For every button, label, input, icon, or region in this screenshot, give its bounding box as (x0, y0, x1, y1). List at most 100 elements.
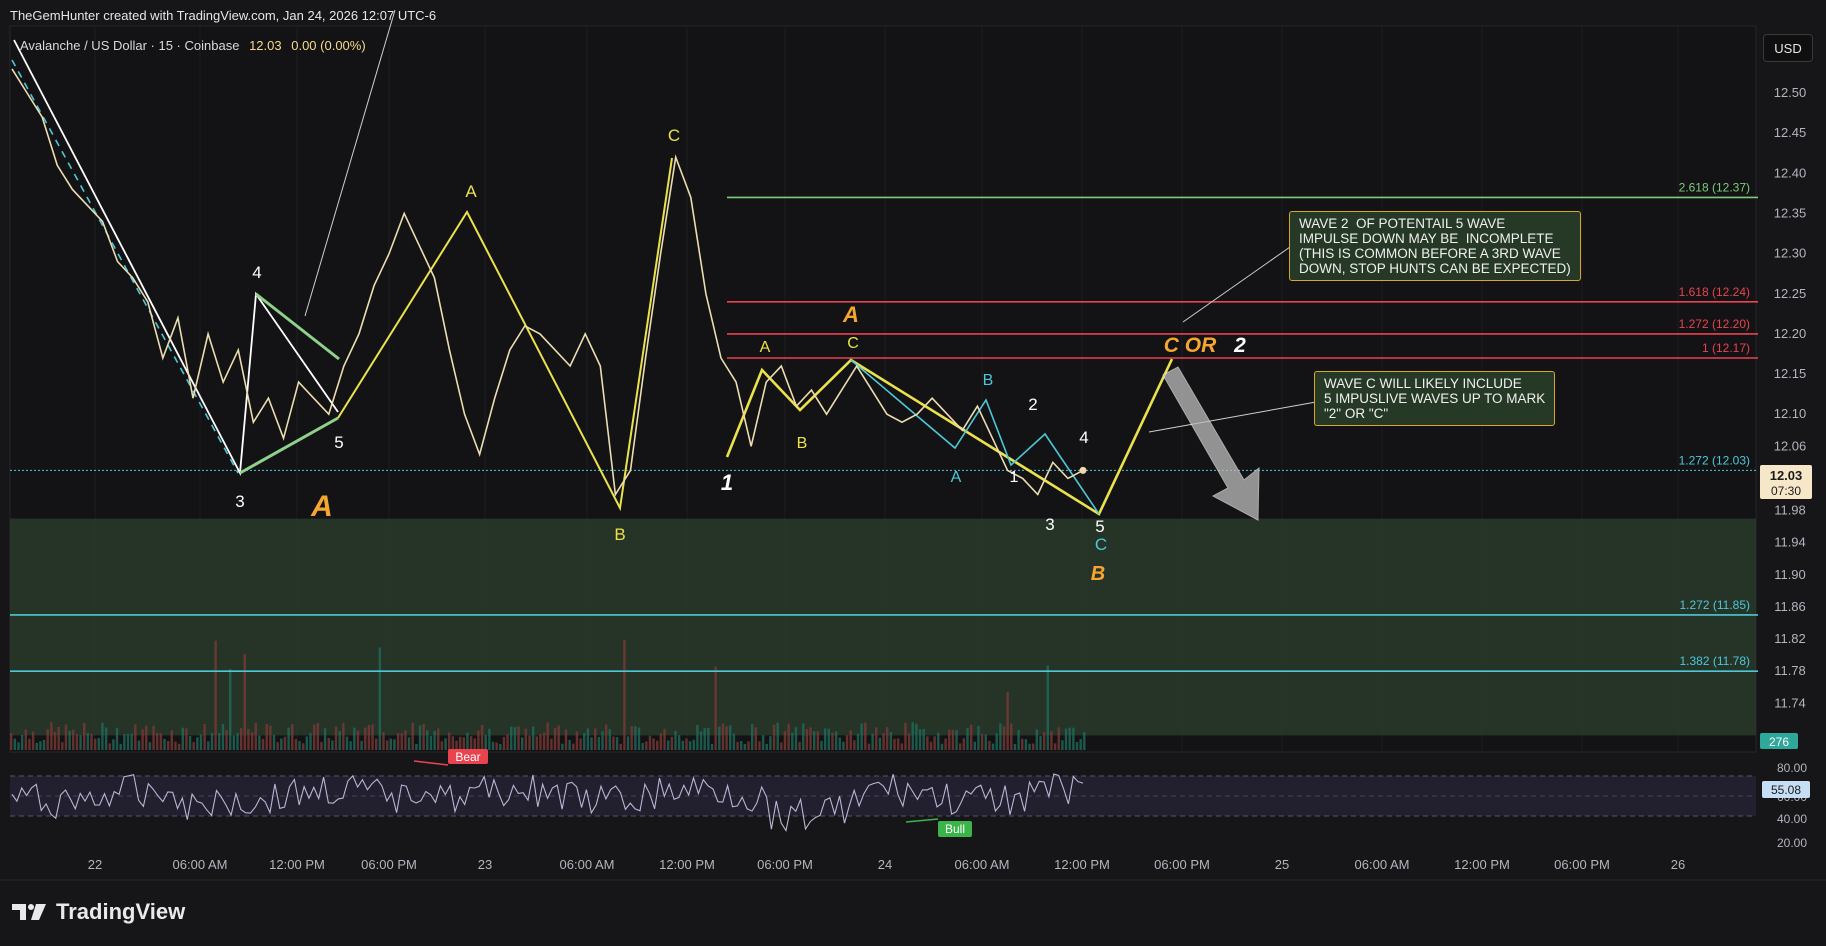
volume-bar (772, 724, 776, 750)
note-wave2[interactable]: WAVE 2 OF POTENTAIL 5 WAVE IMPULSE DOWN … (1289, 211, 1581, 281)
volume-bar (561, 743, 564, 750)
volume-bar (75, 734, 79, 750)
volume-bar (550, 738, 553, 750)
volume-bar (104, 727, 108, 750)
wave-label-13: 2 (1028, 395, 1037, 414)
fib-label-5: 1.272 (11.85) (1680, 598, 1751, 612)
volume-bar (181, 727, 184, 750)
volume-bar (626, 736, 630, 750)
volume-bar (46, 729, 49, 750)
volume-bar (531, 726, 535, 750)
wave-label-19: C (1095, 535, 1107, 554)
price-tick-13: 11.90 (1774, 567, 1806, 582)
volume-bar (302, 743, 305, 750)
volume-bar (637, 727, 641, 750)
volume-bar (61, 742, 64, 750)
volume-bar (933, 736, 936, 750)
volume-bar (535, 736, 538, 750)
volume-bar (64, 724, 68, 750)
volume-bar (112, 739, 115, 750)
symbol-price: 12.03 (249, 38, 282, 53)
chart-canvas: 2.618 (12.37) 1.618 (12.24) 1.272 (12.20) 1… (0, 9, 1826, 881)
volume-bar (203, 724, 206, 750)
volume-bar (250, 732, 254, 750)
time-tick-1: 06:00 AM (173, 857, 228, 872)
volume-bar (718, 726, 721, 750)
volume-bar (188, 736, 192, 750)
symbol-bar[interactable]: Avalanche / US Dollar · 15 · Coinbase 12… (20, 38, 366, 53)
volume-bar (980, 733, 984, 750)
volume-bar (867, 743, 871, 750)
volume-bar (1021, 738, 1024, 750)
support-zone (10, 518, 1756, 736)
volume-bar (1061, 740, 1064, 750)
volume-bar (331, 740, 334, 750)
price-tick-8: 12.10 (1774, 406, 1807, 421)
volume-bar (615, 737, 619, 750)
volume-bar (86, 733, 90, 750)
price-tick-6: 12.20 (1774, 326, 1807, 341)
volume-bar (524, 728, 528, 750)
volume-bar (918, 729, 922, 750)
volume-bar (601, 731, 604, 750)
time-tick-15: 06:00 PM (1554, 857, 1610, 872)
volume-bar (367, 724, 371, 750)
volume-bar (725, 726, 728, 750)
volume-bar (17, 742, 20, 750)
wave-label-17: 5 (1095, 517, 1104, 536)
tradingview-logo[interactable]: TradingView (12, 899, 185, 925)
volume-bar (586, 728, 590, 750)
volume-bar (1035, 729, 1039, 750)
volume-bar (35, 742, 38, 750)
volume-bar (641, 743, 644, 750)
volume-bar (834, 731, 838, 750)
volume-bar (553, 728, 557, 750)
volume-bar (1002, 726, 1006, 750)
wave-label-14: 4 (1079, 428, 1088, 447)
volume-bar (400, 733, 403, 750)
volume-bar (353, 727, 356, 750)
time-tick-2: 12:00 PM (269, 857, 325, 872)
volume-bar (134, 724, 137, 750)
volume-bar (699, 731, 703, 750)
price-tick-9: 12.06 (1774, 438, 1807, 453)
time-tick-11: 06:00 PM (1154, 857, 1210, 872)
time-axis: 22 06:00 AM 12:00 PM 06:00 PM 23 06:00 AM 12:0… (88, 857, 1685, 872)
volume-bar (159, 733, 163, 750)
volume-bar (294, 739, 298, 750)
volume-bar (83, 722, 86, 750)
bear-signal-text: Bear (455, 750, 480, 764)
volume-bar (583, 733, 586, 750)
volume-bar (1053, 743, 1057, 750)
wave-label-4: A (465, 182, 477, 201)
note-wavec[interactable]: WAVE C WILL LIKELY INCLUDE 5 IMPUSLIVE W… (1314, 371, 1556, 426)
volume-bar (477, 730, 480, 750)
time-tick-8: 24 (878, 857, 892, 872)
volume-bar (473, 738, 476, 750)
volume-bar (415, 743, 418, 750)
volume-bar (451, 736, 455, 750)
wave-label-10: A (842, 302, 859, 327)
time-tick-3: 06:00 PM (361, 857, 417, 872)
currency-button[interactable]: USD (1763, 34, 1813, 62)
volume-bar (126, 733, 130, 750)
volume-bar (1042, 732, 1046, 750)
volume-bar (809, 727, 812, 750)
price-tick-16: 11.78 (1774, 663, 1806, 678)
wave-label-3: A (310, 490, 333, 523)
volume-bar (440, 741, 444, 750)
volume-bar (316, 723, 319, 750)
volume-bar (20, 734, 24, 750)
volume-bar (546, 722, 549, 750)
volume-bar (634, 726, 637, 750)
volume-bar (1039, 735, 1042, 750)
wave-label-15: 1 (1010, 469, 1019, 486)
volume-bar (732, 733, 736, 750)
volume-bar (853, 740, 856, 750)
volume-bar (320, 742, 323, 750)
volume-bar (31, 731, 35, 750)
volume-bar (491, 741, 495, 750)
volume-bar (575, 731, 579, 750)
volume-bar (385, 740, 389, 750)
volume-bar (1046, 665, 1049, 750)
